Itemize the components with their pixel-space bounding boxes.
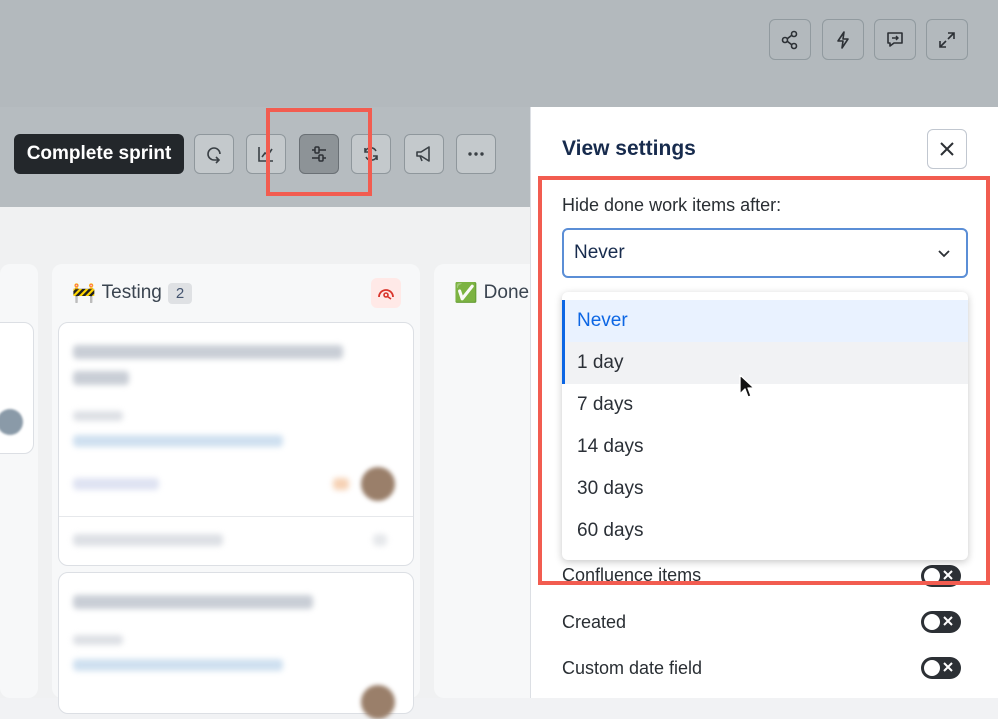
- expand-icon: [939, 31, 955, 48]
- toggle-custom-date[interactable]: [921, 657, 961, 679]
- board-card-partial[interactable]: [0, 322, 34, 454]
- board-card[interactable]: [58, 572, 414, 719]
- complete-sprint-button[interactable]: Complete sprint: [14, 134, 184, 174]
- column-title: Testing: [101, 282, 162, 303]
- toggle-created[interactable]: [921, 611, 961, 633]
- mouse-cursor-icon: [739, 374, 755, 398]
- alert-gauge-icon: [378, 289, 394, 300]
- toggle-label-custom-date: Custom date field: [562, 658, 703, 678]
- lightning-icon: [837, 30, 849, 49]
- column-header-testing: 🚧 Testing 2: [72, 281, 193, 305]
- issue-count-badge: 2: [167, 282, 193, 304]
- check-icon: ✅: [454, 283, 478, 304]
- panel-title: View settings: [562, 137, 696, 160]
- automation-button[interactable]: [822, 19, 864, 60]
- close-icon: [940, 142, 954, 156]
- message-icon: [887, 31, 903, 47]
- share-icon: [781, 30, 798, 49]
- close-button[interactable]: [927, 129, 967, 169]
- avatar: [361, 467, 395, 501]
- share-button[interactable]: [769, 19, 811, 60]
- feedback-button[interactable]: [874, 19, 916, 60]
- close-icon: [943, 616, 953, 626]
- board-card[interactable]: [58, 322, 414, 566]
- avatar: [361, 685, 395, 719]
- column-header-done: ✅ Done: [454, 281, 529, 305]
- more-actions-button[interactable]: [456, 134, 496, 174]
- more-horizontal-icon: [468, 152, 484, 156]
- view-settings-highlight: [266, 108, 372, 196]
- megaphone-icon: [416, 146, 430, 162]
- column-title: Done: [483, 282, 530, 303]
- refresh-arrow-icon: [207, 147, 221, 164]
- fullscreen-button[interactable]: [926, 19, 968, 60]
- toggle-label-created: Created: [562, 612, 627, 632]
- construction-icon: 🚧: [72, 283, 96, 304]
- board-column-done: [434, 264, 544, 698]
- avatar: [0, 409, 23, 435]
- close-icon: [943, 662, 953, 672]
- column-alert-button[interactable]: [371, 278, 401, 308]
- dropdown-highlight: [538, 176, 990, 585]
- retrospective-button[interactable]: [194, 134, 234, 174]
- announce-button[interactable]: [404, 134, 444, 174]
